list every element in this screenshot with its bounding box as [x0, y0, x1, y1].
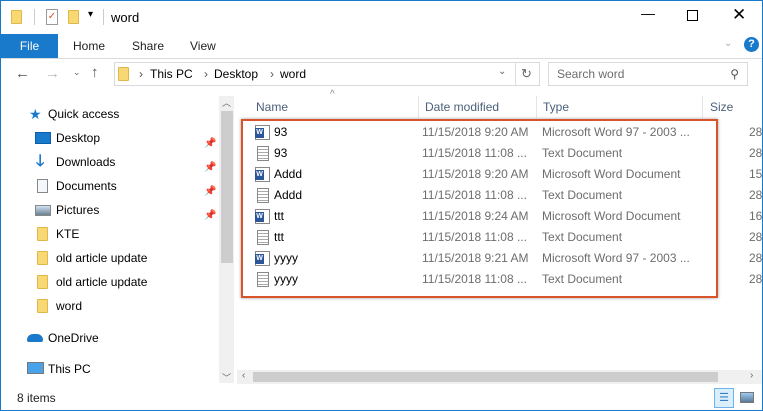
- details-view-button[interactable]: ☰: [714, 388, 734, 408]
- nav-scrollbar-thumb[interactable]: [221, 111, 233, 263]
- properties-icon[interactable]: ✓: [46, 9, 58, 25]
- search-icon: ⚲: [730, 67, 739, 81]
- pictures-icon: [35, 205, 51, 216]
- nav-item[interactable]: Desktop 📌: [1, 126, 216, 150]
- file-size: 28: [749, 272, 763, 286]
- file-size: 28: [749, 251, 763, 265]
- desktop-icon: [35, 132, 51, 144]
- nav-quick-access[interactable]: ★ Quick access: [1, 102, 216, 126]
- cloud-icon: [27, 334, 43, 342]
- scroll-down-icon[interactable]: ﹀: [222, 371, 231, 384]
- column-header-type[interactable]: Type: [537, 96, 703, 118]
- refresh-icon[interactable]: ↻: [521, 66, 532, 82]
- nav-item[interactable]: old article update: [1, 270, 216, 294]
- column-header-date[interactable]: Date modified: [419, 96, 537, 118]
- column-header-name[interactable]: Name: [250, 96, 419, 118]
- nav-item[interactable]: old article update: [1, 246, 216, 270]
- item-count: 8 items: [17, 391, 56, 405]
- ribbon-tabs: File Home Share View ⌄ ?: [1, 34, 762, 59]
- customize-toolbar-icon[interactable]: ▾: [88, 9, 93, 20]
- file-size: 28: [749, 230, 763, 244]
- tab-file[interactable]: File: [1, 34, 58, 58]
- breadcrumb-word[interactable]: word: [280, 67, 306, 81]
- nav-onedrive[interactable]: OneDrive: [1, 326, 216, 350]
- new-folder-icon[interactable]: [68, 10, 79, 24]
- navigation-pane: ★ Quick access Desktop 📌 🡓 Downloads 📌 Docume…: [1, 101, 219, 383]
- explorer-window: ✓ ▾ word — ✕ File Home Share View ⌄ ? ← …: [0, 0, 763, 411]
- breadcrumb-this-pc[interactable]: This PC: [150, 67, 193, 81]
- address-bar[interactable]: › This PC › Desktop › word ⌄ ↻: [114, 62, 540, 86]
- maximize-button[interactable]: [687, 10, 698, 21]
- tab-home[interactable]: Home: [73, 34, 105, 58]
- address-dropdown-icon[interactable]: ⌄: [498, 66, 506, 77]
- forward-button[interactable]: →: [45, 65, 60, 82]
- horizontal-scrollbar-thumb[interactable]: [253, 372, 718, 382]
- nav-item[interactable]: KTE: [1, 222, 216, 246]
- file-size: 28: [749, 146, 763, 160]
- folder-icon: [37, 299, 48, 313]
- highlight-box: [241, 119, 718, 298]
- documents-icon: [37, 179, 48, 193]
- up-button[interactable]: ↑: [91, 64, 99, 81]
- close-button[interactable]: ✕: [732, 5, 746, 25]
- nav-this-pc[interactable]: This PC: [1, 357, 216, 381]
- large-icons-view-button[interactable]: [740, 392, 754, 403]
- folder-icon: [37, 275, 48, 289]
- nav-item[interactable]: word: [1, 294, 216, 318]
- file-size: 16: [749, 209, 763, 223]
- nav-item[interactable]: Pictures 📌: [1, 198, 216, 222]
- tab-view[interactable]: View: [190, 34, 216, 58]
- help-icon[interactable]: ?: [744, 37, 759, 52]
- star-icon: ★: [29, 106, 42, 122]
- file-size: 28: [749, 188, 763, 202]
- scroll-right-icon[interactable]: ›: [750, 370, 753, 381]
- download-icon: 🡓: [36, 153, 45, 170]
- minimize-button[interactable]: —: [641, 5, 655, 21]
- folder-icon: [118, 67, 129, 81]
- back-button[interactable]: ←: [15, 65, 30, 82]
- scroll-left-icon[interactable]: ‹: [242, 370, 245, 381]
- search-input[interactable]: Search word ⚲: [548, 62, 748, 86]
- expand-ribbon-icon[interactable]: ⌄: [724, 38, 732, 49]
- nav-item[interactable]: 🡓 Downloads 📌: [1, 150, 216, 174]
- scroll-up-icon[interactable]: ︿: [222, 96, 231, 109]
- window-title: word: [111, 10, 140, 25]
- tab-share[interactable]: Share: [132, 34, 164, 58]
- title-bar: ✓ ▾ word — ✕: [1, 1, 762, 34]
- search-placeholder: Search word: [557, 67, 625, 81]
- folder-icon: [37, 251, 48, 265]
- breadcrumb-desktop[interactable]: Desktop: [214, 67, 258, 81]
- file-size: 28: [749, 125, 763, 139]
- nav-item[interactable]: Documents 📌: [1, 174, 216, 198]
- status-bar: 8 items ☰: [1, 385, 762, 410]
- folder-icon: [37, 227, 48, 241]
- folder-icon: [11, 10, 22, 24]
- recent-locations-icon[interactable]: ⌄: [73, 67, 81, 78]
- column-header-size[interactable]: Size: [704, 96, 762, 118]
- file-size: 15: [749, 167, 763, 181]
- computer-icon: [27, 362, 44, 374]
